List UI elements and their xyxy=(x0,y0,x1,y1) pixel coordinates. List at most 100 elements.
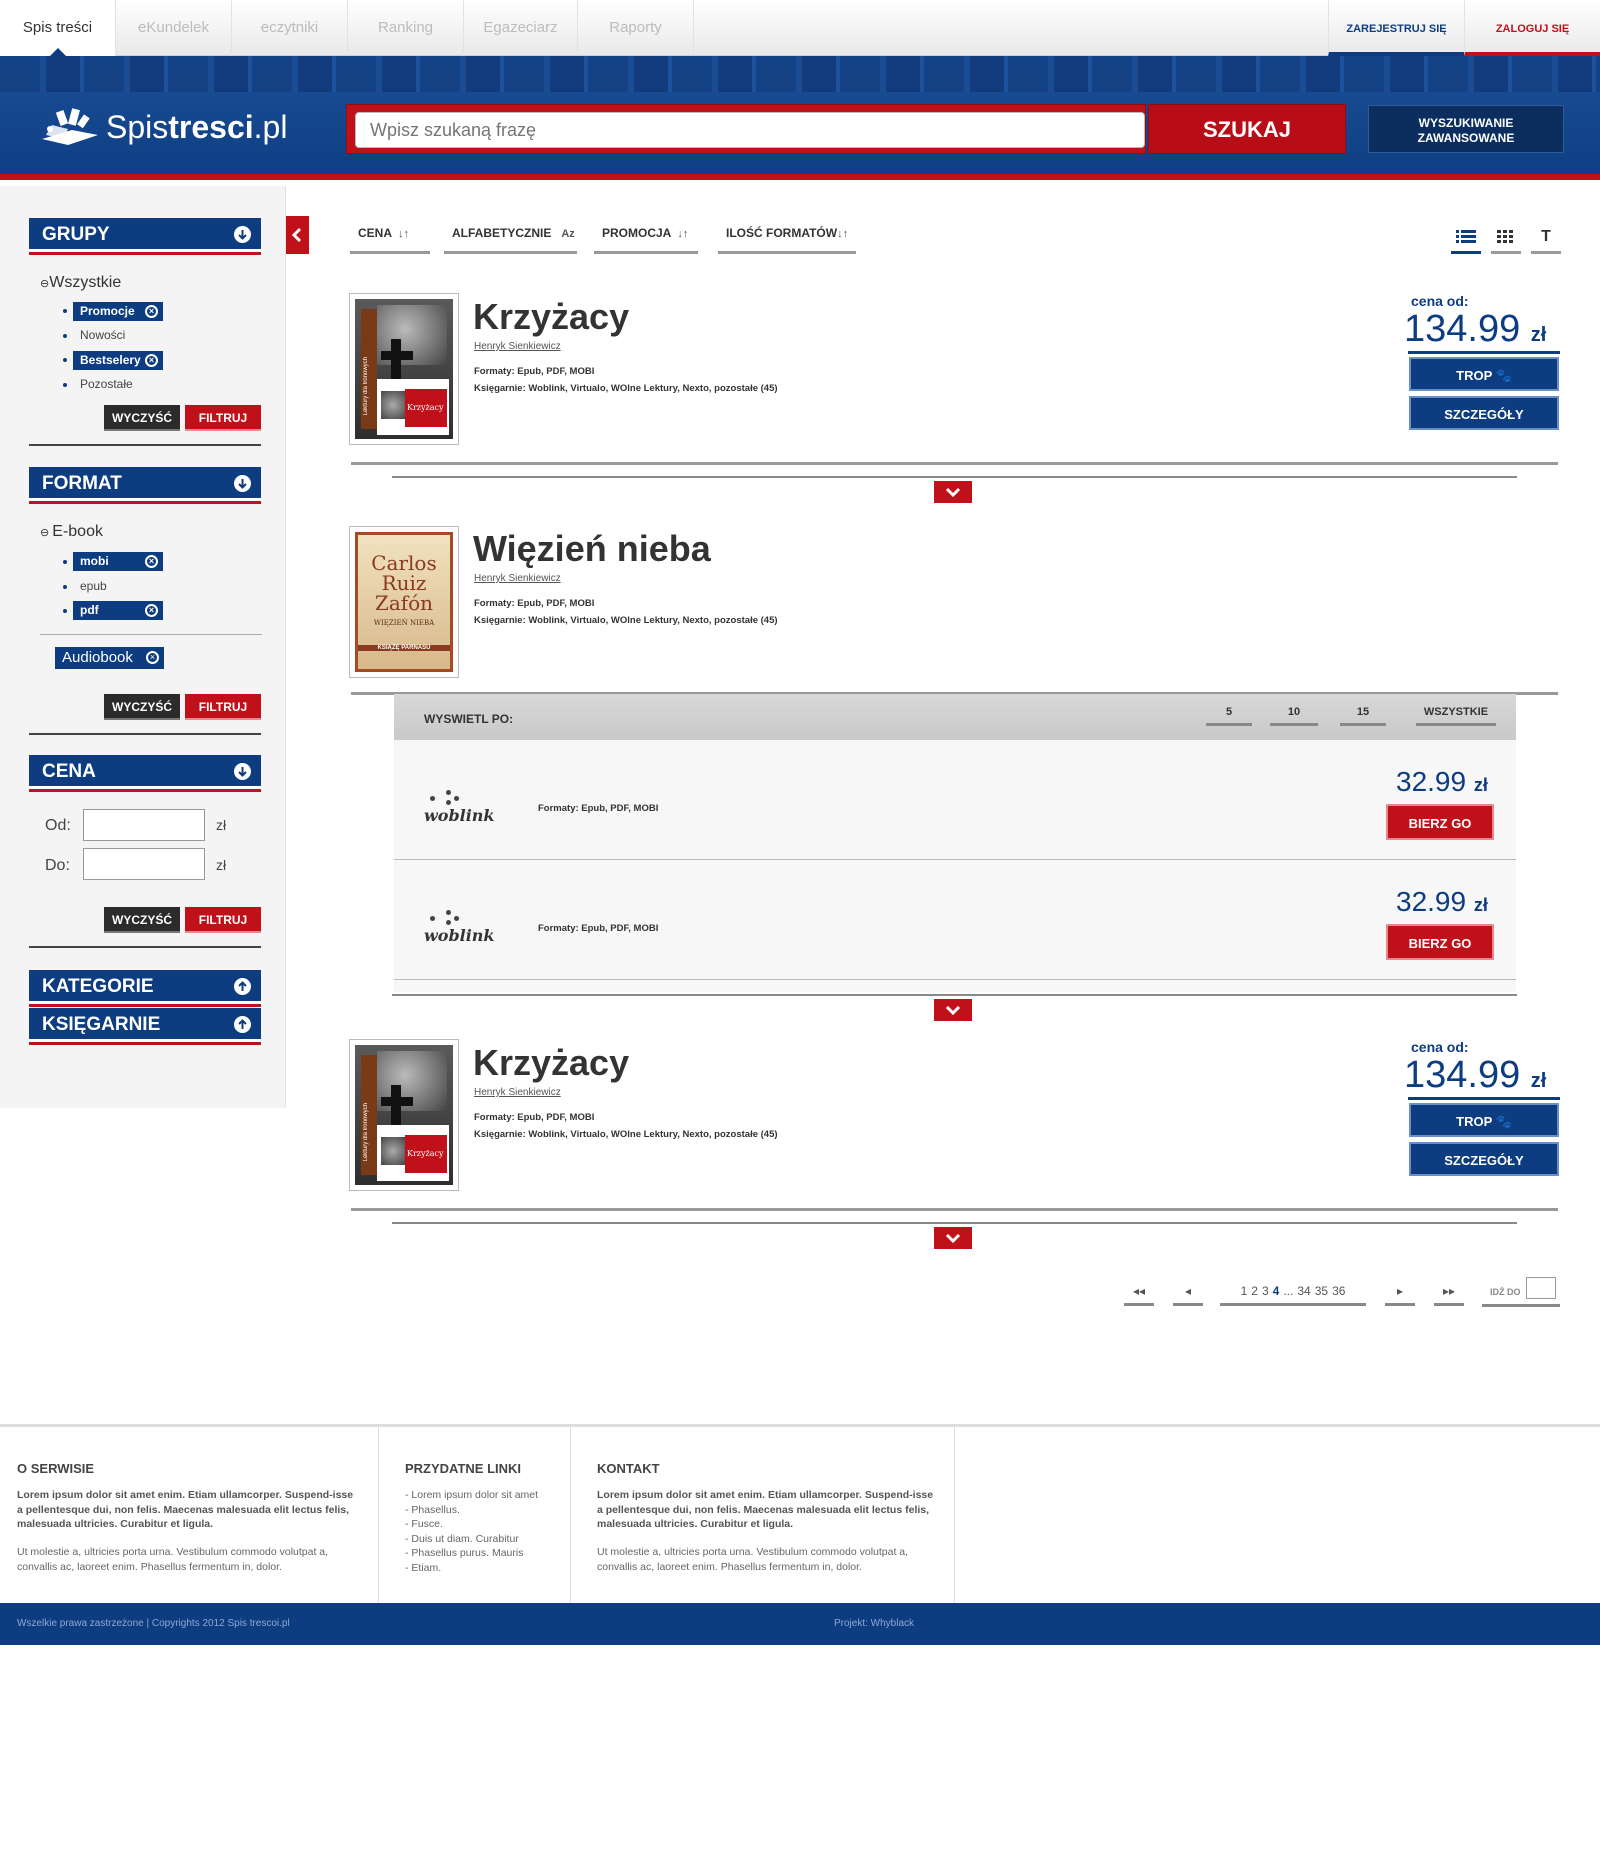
page-3[interactable]: 3 xyxy=(1262,1284,1269,1298)
next-page-button[interactable]: ▸ xyxy=(1385,1284,1415,1306)
tab-egazeciarz[interactable]: Egazeciarz xyxy=(464,0,578,56)
footer-link[interactable]: - Duis ut diam. Curabitur xyxy=(405,1532,565,1547)
search-input[interactable] xyxy=(355,112,1145,148)
paw-icon: 🐾 xyxy=(1495,1114,1512,1129)
page-34[interactable]: 34 xyxy=(1297,1284,1310,1298)
expand-offers-button[interactable] xyxy=(934,1227,972,1249)
bullet-icon xyxy=(63,585,67,589)
tab-ekundelek[interactable]: eKundelek xyxy=(116,0,232,56)
per-page-10[interactable]: 10 xyxy=(1270,706,1318,726)
collapse-offers-button[interactable] xyxy=(934,999,972,1021)
format-item-epub[interactable]: epub xyxy=(80,579,107,593)
book-author[interactable]: Henryk Sienkiewicz xyxy=(474,573,561,584)
sort-price[interactable]: CENA ↓↑ xyxy=(350,226,430,254)
bookstores-header[interactable]: KSIĘGARNIE xyxy=(29,1008,261,1042)
details-button[interactable]: SZCZEGÓŁY xyxy=(1409,1142,1559,1176)
expand-offers-button[interactable] xyxy=(934,481,972,503)
group-chip-bestselery[interactable]: Bestselery × xyxy=(73,351,163,370)
book-title[interactable]: Krzyżacy xyxy=(473,296,629,338)
advanced-search-button[interactable]: WYSZUKIWANIE ZAWANSOWANE xyxy=(1368,105,1564,153)
take-it-button[interactable]: BIERZ GO xyxy=(1386,804,1494,840)
footer-link[interactable]: - Fusce. xyxy=(405,1517,565,1532)
sort-formats-count[interactable]: ILOŚĆ FORMATÓW↓↑ xyxy=(718,226,856,254)
tab-spis-tresci[interactable]: Spis treści xyxy=(0,0,116,56)
groups-header[interactable]: GRUPY xyxy=(29,218,261,252)
tab-ranking[interactable]: Ranking xyxy=(348,0,464,56)
format-header[interactable]: FORMAT xyxy=(29,467,261,501)
tab-raporty[interactable]: Raporty xyxy=(578,0,694,56)
text-view-label: T xyxy=(1541,228,1551,245)
goto-page-input[interactable] xyxy=(1526,1277,1556,1299)
book-title[interactable]: Więzień nieba xyxy=(473,528,711,570)
price-from-input[interactable] xyxy=(83,809,205,841)
details-button[interactable]: SZCZEGÓŁY xyxy=(1409,396,1559,430)
project-credit[interactable]: Projekt: Whyblack xyxy=(834,1618,914,1629)
footer-link[interactable]: - Etiam. xyxy=(405,1561,565,1576)
site-logo[interactable]: Spis tresci .pl xyxy=(38,102,287,152)
take-it-button[interactable]: BIERZ GO xyxy=(1386,924,1494,960)
list-view-button[interactable] xyxy=(1451,226,1481,254)
group-item-nowosci[interactable]: Nowości xyxy=(80,328,125,342)
grid-view-button[interactable] xyxy=(1491,226,1521,254)
page-1[interactable]: 1 xyxy=(1241,1284,1248,1298)
format-chip-audiobook[interactable]: Audiobook × xyxy=(55,647,164,669)
arrow-down-icon xyxy=(234,475,251,492)
price-filter-button[interactable]: FILTRUJ xyxy=(185,907,261,933)
format-chip-pdf[interactable]: pdf × xyxy=(73,601,163,620)
book-author[interactable]: Henryk Sienkiewicz xyxy=(474,341,561,352)
trop-button[interactable]: TROP 🐾 xyxy=(1409,1103,1559,1137)
groups-clear-button[interactable]: WYCZYŚĆ xyxy=(104,405,180,431)
page-4-current[interactable]: 4 xyxy=(1273,1284,1280,1298)
price-underline xyxy=(1408,1097,1560,1100)
remove-icon[interactable]: × xyxy=(145,604,158,617)
sort-promotion[interactable]: PROMOCJA ↓↑ xyxy=(594,226,698,254)
logo-text-bold: tresci xyxy=(168,108,254,145)
format-chip-mobi[interactable]: mobi × xyxy=(73,552,163,571)
price-clear-button[interactable]: WYCZYŚĆ xyxy=(104,907,180,933)
categories-title: KATEGORIE xyxy=(42,976,154,997)
group-chip-promocje[interactable]: Promocje × xyxy=(73,302,163,321)
trop-button[interactable]: TROP 🐾 xyxy=(1409,357,1559,391)
format-ebook[interactable]: ⊖ E-book xyxy=(40,523,103,541)
book-author[interactable]: Henryk Sienkiewicz xyxy=(474,1087,561,1098)
format-filter-button[interactable]: FILTRUJ xyxy=(185,694,261,720)
book-title[interactable]: Krzyżacy xyxy=(473,1042,629,1084)
remove-icon[interactable]: × xyxy=(146,651,159,664)
page-36[interactable]: 36 xyxy=(1332,1284,1345,1298)
first-page-button[interactable]: ◂◂ xyxy=(1124,1284,1154,1306)
page-2[interactable]: 2 xyxy=(1251,1284,1258,1298)
footer-link[interactable]: - Lorem ipsum dolor sit amet xyxy=(405,1488,565,1503)
footer-link[interactable]: - Phasellus purus. Mauris xyxy=(405,1546,565,1561)
remove-icon[interactable]: × xyxy=(145,354,158,367)
woblink-logo[interactable]: woblink xyxy=(424,790,495,825)
sort-alphabetical[interactable]: ALFABETYCZNIE Az xyxy=(444,226,577,254)
group-item-pozostale[interactable]: Pozostałe xyxy=(80,377,133,391)
collapse-sidebar-button[interactable] xyxy=(286,216,309,254)
register-link[interactable]: ZAREJESTRUJ SIĘ xyxy=(1328,0,1464,56)
remove-icon[interactable]: × xyxy=(145,305,158,318)
per-page-5[interactable]: 5 xyxy=(1206,706,1252,726)
last-page-button[interactable]: ▸▸ xyxy=(1434,1284,1464,1306)
tab-eczytniki[interactable]: eczytniki xyxy=(232,0,348,56)
book-cover[interactable]: Krzyżacy Lektury dla Ironowych xyxy=(349,293,459,445)
page-35[interactable]: 35 xyxy=(1315,1284,1328,1298)
text-view-button[interactable]: T xyxy=(1531,226,1561,254)
group-all[interactable]: ⊖Wszystkie xyxy=(40,274,121,292)
footer-link[interactable]: - Phasellus. xyxy=(405,1503,565,1518)
per-page-15[interactable]: 15 xyxy=(1340,706,1386,726)
groups-filter-button[interactable]: FILTRUJ xyxy=(185,405,261,431)
search-button[interactable]: SZUKAJ xyxy=(1148,104,1346,154)
login-link[interactable]: ZALOGUJ SIĘ xyxy=(1464,0,1600,56)
book-cover[interactable]: Krzyżacy Lektury dla Ironowych xyxy=(349,1039,459,1191)
price-header[interactable]: CENA xyxy=(29,755,261,789)
categories-header[interactable]: KATEGORIE xyxy=(29,970,261,1004)
per-page-all[interactable]: WSZYSTKIE xyxy=(1416,706,1496,726)
woblink-logo[interactable]: woblink xyxy=(424,910,495,945)
price-to-input[interactable] xyxy=(83,848,205,880)
page-ellipsis: ... xyxy=(1283,1284,1294,1298)
book-cover[interactable]: Carlos Ruiz Zafón WIĘZIEŃ NIEBA KSIĄŻĘ P… xyxy=(349,526,459,678)
prev-page-button[interactable]: ◂ xyxy=(1173,1284,1203,1306)
remove-icon[interactable]: × xyxy=(145,555,158,568)
page: Spis treści eKundelek eczytniki Ranking … xyxy=(0,0,1600,1872)
format-clear-button[interactable]: WYCZYŚĆ xyxy=(104,694,180,720)
